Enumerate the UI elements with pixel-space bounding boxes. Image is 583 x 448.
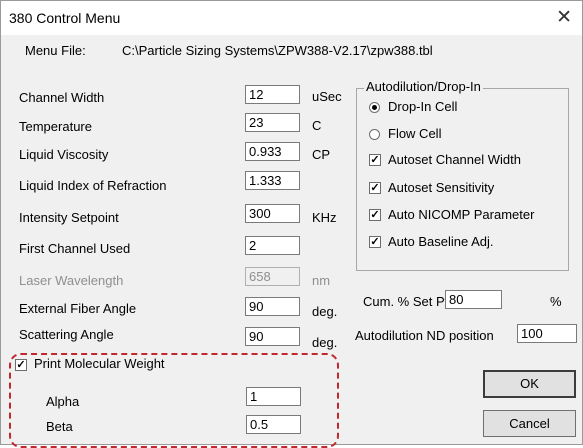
- autoset-sensitivity-label: Autoset Sensitivity: [388, 180, 495, 195]
- auto-baseline-label: Auto Baseline Adj.: [388, 234, 494, 249]
- liquid-viscosity-unit: CP: [312, 147, 331, 162]
- alpha-label: Alpha: [46, 394, 80, 409]
- alpha-input[interactable]: 1: [246, 387, 301, 406]
- refraction-index-label: Liquid Index of Refraction: [19, 178, 167, 193]
- liquid-viscosity-label: Liquid Viscosity: [19, 147, 109, 162]
- control-menu-dialog: 380 Control Menu ✕ Menu File: C:\Particl…: [0, 0, 583, 448]
- close-icon[interactable]: ✕: [556, 6, 572, 29]
- menu-file-label: Menu File:: [25, 43, 86, 58]
- nd-position-input[interactable]: 100: [517, 324, 577, 343]
- drop-in-cell-radio[interactable]: [369, 102, 380, 113]
- temperature-input[interactable]: 23: [245, 113, 300, 132]
- scattering-angle-label: Scattering Angle: [19, 327, 114, 342]
- window-title: 380 Control Menu: [9, 10, 121, 26]
- auto-baseline-checkbox[interactable]: ✓: [369, 236, 381, 248]
- channel-width-input[interactable]: 12: [245, 85, 300, 104]
- channel-width-unit: uSec: [312, 89, 342, 104]
- channel-width-label: Channel Width: [19, 90, 105, 105]
- liquid-viscosity-input[interactable]: 0.933: [245, 142, 300, 161]
- title-bar: 380 Control Menu ✕: [1, 1, 582, 35]
- beta-label: Beta: [46, 419, 73, 434]
- autoset-channel-width-label: Autoset Channel Width: [388, 152, 521, 167]
- drop-in-cell-label: Drop-In Cell: [388, 99, 458, 114]
- ok-button[interactable]: OK: [483, 370, 576, 398]
- temperature-label: Temperature: [19, 119, 92, 134]
- auto-nicomp-label: Auto NICOMP Parameter: [388, 207, 535, 222]
- flow-cell-label: Flow Cell: [388, 126, 442, 141]
- scattering-angle-input[interactable]: 90: [245, 327, 300, 346]
- cum-set-unit: %: [550, 294, 562, 309]
- fiber-angle-unit: deg.: [312, 304, 338, 319]
- laser-wavelength-unit: nm: [312, 273, 331, 288]
- autoset-sensitivity-checkbox[interactable]: ✓: [369, 182, 381, 194]
- fiber-angle-input[interactable]: 90: [245, 297, 300, 316]
- temperature-unit: C: [312, 118, 322, 133]
- first-channel-input[interactable]: 2: [245, 236, 300, 255]
- cum-set-input[interactable]: 80: [445, 290, 502, 309]
- auto-nicomp-checkbox[interactable]: ✓: [369, 209, 381, 221]
- autoset-channel-width-checkbox[interactable]: ✓: [369, 154, 381, 166]
- print-molecular-weight-label: Print Molecular Weight: [34, 356, 165, 371]
- laser-wavelength-input: 658: [245, 267, 300, 286]
- autodilution-group-title: Autodilution/Drop-In: [364, 79, 483, 94]
- first-channel-label: First Channel Used: [19, 241, 131, 256]
- cancel-button[interactable]: Cancel: [483, 410, 576, 437]
- flow-cell-radio[interactable]: [369, 129, 380, 140]
- menu-file-path: C:\Particle Sizing Systems\ZPW388-V2.17\…: [122, 43, 433, 58]
- laser-wavelength-label: Laser Wavelength: [19, 273, 124, 288]
- beta-input[interactable]: 0.5: [246, 415, 301, 434]
- cum-set-label: Cum. % Set Pt.: [363, 294, 452, 309]
- intensity-setpoint-input[interactable]: 300: [245, 204, 300, 223]
- nd-position-label: Autodilution ND position: [355, 328, 494, 343]
- intensity-setpoint-unit: KHz: [312, 210, 337, 225]
- scattering-angle-unit: deg.: [312, 335, 338, 350]
- intensity-setpoint-label: Intensity Setpoint: [19, 210, 119, 225]
- print-molecular-weight-checkbox[interactable]: ✓: [15, 359, 27, 371]
- fiber-angle-label: External Fiber Angle: [19, 301, 137, 316]
- refraction-index-input[interactable]: 1.333: [245, 171, 300, 190]
